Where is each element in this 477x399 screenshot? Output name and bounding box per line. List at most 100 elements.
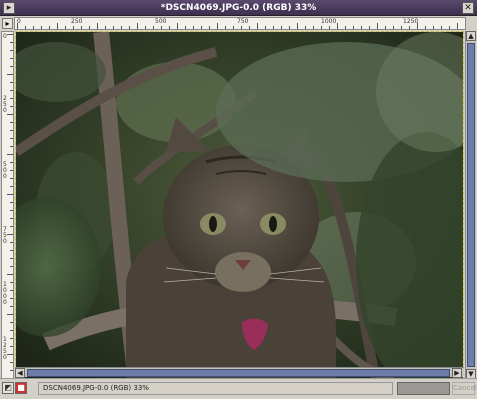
ruler-tick (257, 23, 258, 29)
ruler-tick (17, 23, 18, 29)
close-button[interactable]: ✕ (462, 2, 474, 14)
ruler-tick (10, 170, 13, 171)
ruler-tick (273, 26, 274, 29)
ruler-tick (137, 23, 138, 29)
ruler-tick (10, 330, 13, 331)
ruler-tick (249, 26, 250, 29)
ruler-tick (33, 26, 34, 29)
ruler-tick (441, 26, 442, 29)
ruler-tick (10, 226, 13, 227)
ruler-tick (10, 258, 13, 259)
ruler-tick (10, 306, 13, 307)
cancel-button[interactable]: Cancel (452, 382, 477, 395)
ruler-tick (169, 26, 170, 29)
ruler-tick (177, 23, 178, 29)
ruler-tick (145, 26, 146, 29)
horizontal-ruler[interactable]: 0 250 500 750 1000 1250 (14, 17, 466, 30)
ruler-tick (10, 122, 13, 123)
ruler-tick (193, 26, 194, 29)
ruler-tick (10, 66, 13, 67)
ruler-label: 250 (3, 95, 7, 114)
ruler-tick (113, 26, 114, 29)
ruler-tick (105, 26, 106, 29)
vertical-scrollbar[interactable]: ▲ ▼ (465, 31, 476, 381)
canvas-area: ▸ 0 250 500 750 1000 1250 0 250 500 750 … (0, 16, 477, 388)
ruler-tick (10, 210, 13, 211)
vertical-ruler[interactable]: 0 250 500 750 1000 1250 (1, 31, 14, 380)
ruler-tick (425, 26, 426, 29)
ruler-label: 1250 (403, 18, 419, 25)
stop-icon[interactable]: ■ (15, 382, 27, 394)
ruler-tick (305, 26, 306, 29)
ruler-tick (121, 26, 122, 29)
ruler-label: 1250 (3, 336, 7, 361)
scroll-right-button[interactable]: ▶ (452, 368, 462, 378)
title-bar: ▸ *DSCN4069.JPG-0.0 (RGB) 33% ✕ (0, 0, 477, 16)
ruler-tick (10, 186, 13, 187)
ruler-label: 500 (3, 161, 7, 180)
ruler-tick (7, 194, 13, 195)
ruler-tick (353, 26, 354, 29)
ruler-tick (97, 23, 98, 29)
ruler-tick (73, 26, 74, 29)
ruler-tick (49, 26, 50, 29)
ruler-label: 250 (71, 18, 83, 25)
scroll-left-button[interactable]: ◀ (15, 368, 25, 378)
ruler-tick (10, 106, 13, 107)
ruler-tick (241, 26, 242, 29)
ruler-tick (10, 58, 13, 59)
ruler-tick (10, 42, 13, 43)
ruler-tick (153, 26, 154, 29)
ruler-tick (7, 34, 13, 35)
ruler-tick (393, 26, 394, 29)
vertical-scroll-thumb[interactable] (467, 43, 475, 367)
ruler-tick (10, 242, 13, 243)
ruler-tick (7, 354, 13, 355)
ruler-tick (7, 314, 13, 315)
ruler-tick (361, 26, 362, 29)
image-canvas[interactable] (15, 31, 464, 381)
ruler-label: 750 (3, 226, 7, 245)
ruler-tick (10, 346, 13, 347)
ruler-tick (7, 274, 13, 275)
ruler-tick (321, 26, 322, 29)
ruler-tick (10, 202, 13, 203)
ruler-tick (185, 26, 186, 29)
ruler-tick (457, 23, 458, 29)
ruler-tick (7, 234, 13, 235)
ruler-tick (281, 26, 282, 29)
ruler-tick (7, 114, 13, 115)
horizontal-scrollbar[interactable]: ◀ ▶ (15, 367, 464, 378)
ruler-tick (10, 298, 13, 299)
ruler-tick (337, 23, 338, 29)
ruler-label: 1000 (321, 18, 337, 25)
ruler-tick (10, 130, 13, 131)
quick-mask-icon[interactable]: ◩ (2, 382, 14, 394)
ruler-tick (385, 26, 386, 29)
horizontal-scroll-thumb[interactable] (27, 369, 450, 377)
ruler-tick (10, 266, 13, 267)
ruler-tick (313, 26, 314, 29)
image-menu-button[interactable]: ▸ (2, 18, 13, 29)
ruler-tick (417, 23, 418, 29)
ruler-tick (10, 50, 13, 51)
ruler-tick (7, 74, 13, 75)
ruler-tick (10, 322, 13, 323)
ruler-tick (65, 26, 66, 29)
progress-bar (397, 382, 450, 395)
scroll-up-button[interactable]: ▲ (466, 31, 476, 41)
ruler-tick (57, 23, 58, 29)
ruler-tick (209, 26, 210, 29)
ruler-tick (25, 26, 26, 29)
ruler-tick (10, 370, 13, 371)
window-title: *DSCN4069.JPG-0.0 (RGB) 33% (160, 3, 317, 13)
ruler-tick (10, 146, 13, 147)
ruler-tick (265, 26, 266, 29)
ruler-label: 750 (237, 18, 249, 25)
ruler-tick (10, 282, 13, 283)
ruler-tick (129, 26, 130, 29)
ruler-label: 500 (155, 18, 167, 25)
ruler-tick (10, 178, 13, 179)
ruler-tick (233, 26, 234, 29)
ruler-tick (89, 26, 90, 29)
